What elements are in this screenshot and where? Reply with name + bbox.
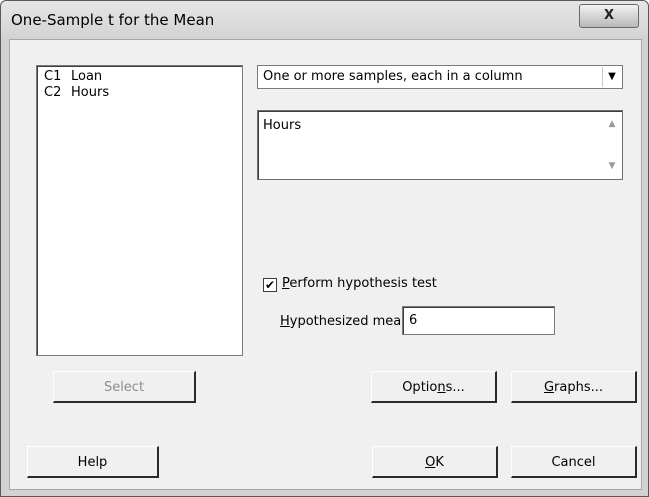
variable-list[interactable]: C1 Loan C2 Hours <box>36 65 243 356</box>
dialog-body: C1 Loan C2 Hours One or more samples, each… <box>9 39 642 490</box>
data-mode-selected: One or more samples, each in a column <box>263 69 523 84</box>
perform-hypothesis-test-checkbox[interactable]: ✔ <box>263 278 277 292</box>
title-bar[interactable]: One-Sample t for the Mean X <box>1 1 648 37</box>
select-button[interactable]: Select <box>53 371 196 403</box>
hypothesized-mean-input[interactable]: 6 <box>402 306 555 335</box>
hypothesized-mean-value: 6 <box>409 313 418 328</box>
hypothesized-mean-label: Hypothesized mean: <box>280 314 414 329</box>
variable-item-c2[interactable]: C2 Hours <box>44 85 109 101</box>
ok-button[interactable]: OK <box>372 446 498 478</box>
graphs-button[interactable]: Graphs... <box>511 371 637 403</box>
check-icon: ✔ <box>264 278 276 292</box>
variable-name: Loan <box>71 69 103 84</box>
data-mode-dropdown[interactable]: One or more samples, each in a column ▼ <box>257 65 623 89</box>
variable-column-id: C2 <box>44 85 62 100</box>
dialog-window: One-Sample t for the Mean X C1 Loan C2 Hou… <box>0 0 649 497</box>
samples-columns-field[interactable]: Hours ▲ ▼ <box>257 110 623 180</box>
perform-hypothesis-test-label[interactable]: Perform hypothesis test <box>282 276 437 291</box>
close-button[interactable]: X <box>579 4 639 28</box>
scroll-up-icon[interactable]: ▲ <box>604 117 620 131</box>
dialog-title: One-Sample t for the Mean <box>11 11 215 29</box>
chevron-down-icon[interactable]: ▼ <box>602 67 621 87</box>
variable-name: Hours <box>71 85 110 100</box>
scroll-down-icon[interactable]: ▼ <box>604 159 620 173</box>
samples-columns-value: Hours <box>263 118 302 133</box>
help-button[interactable]: Help <box>27 446 159 478</box>
variable-item-c1[interactable]: C1 Loan <box>44 69 102 85</box>
variable-column-id: C1 <box>44 69 62 84</box>
close-icon: X <box>603 8 615 23</box>
cancel-button[interactable]: Cancel <box>511 446 637 478</box>
options-button[interactable]: Options... <box>371 371 497 403</box>
